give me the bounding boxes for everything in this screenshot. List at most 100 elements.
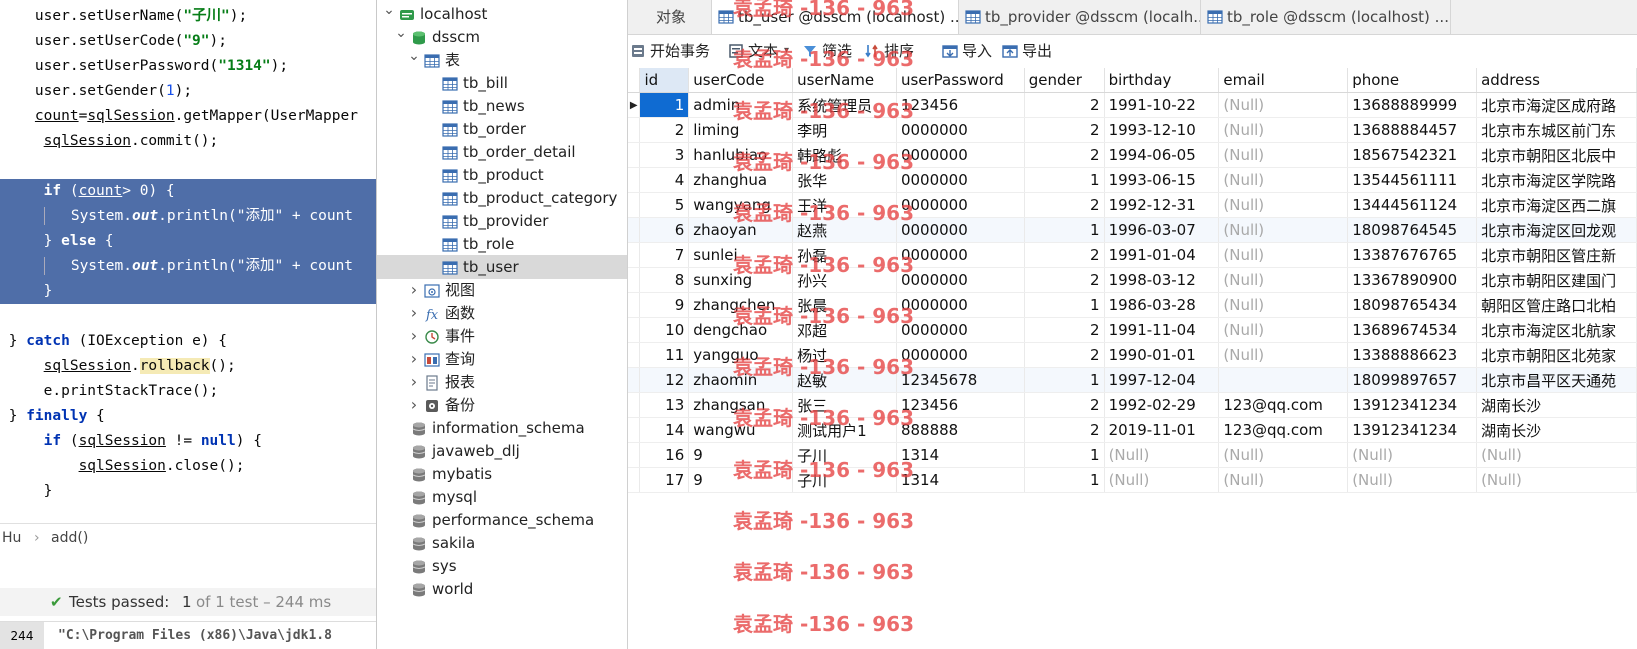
cell-email[interactable]: (Null) [1218, 292, 1349, 318]
tab-table-1[interactable]: tb_user @dsscm (localhost) ... [712, 0, 959, 34]
cell-birthday[interactable]: 2019-11-01 [1104, 417, 1220, 443]
tab-table-2[interactable]: tb_provider @dsscm (localh... [959, 0, 1201, 34]
cell-address[interactable]: 北京市海淀区北航家 [1476, 317, 1637, 343]
cell-id[interactable]: 1 [639, 92, 690, 118]
cell-userpassword[interactable]: 0000000 [896, 117, 1025, 143]
cell-gender[interactable]: 2 [1024, 342, 1105, 368]
code-line[interactable]: e.printStackTrace(); [0, 379, 376, 404]
cell-userpassword[interactable]: 123456 [896, 392, 1025, 418]
cell-email[interactable]: (Null) [1218, 317, 1349, 343]
chevron-down-icon[interactable]: ⌄ [408, 48, 420, 72]
cell-id[interactable]: 10 [639, 317, 690, 343]
cell-phone[interactable]: (Null) [1347, 442, 1478, 468]
cell-birthday[interactable]: 1993-12-10 [1104, 117, 1220, 143]
cell-gender[interactable]: 2 [1024, 142, 1105, 168]
cell-phone[interactable]: 13544561111 [1347, 167, 1478, 193]
cell-email[interactable]: (Null) [1218, 342, 1349, 368]
chevron-right-icon[interactable]: › [408, 347, 420, 371]
cell-email[interactable]: (Null) [1218, 92, 1349, 118]
cell-id[interactable]: 2 [639, 117, 690, 143]
tree-item-backup[interactable]: › 备份 [377, 393, 627, 417]
column-header-birthday[interactable]: birthday [1104, 68, 1220, 93]
tree-item-tb-role[interactable]: tb_role [377, 232, 627, 256]
column-header-userpassword[interactable]: userPassword [896, 68, 1025, 93]
tree-item-localhost[interactable]: ⌄ localhost [377, 2, 627, 26]
cell-id[interactable]: 16 [639, 442, 690, 468]
code-line[interactable]: user.setUserName("子川"); [0, 4, 376, 29]
tree-item-tb-order-detail[interactable]: tb_order_detail [377, 140, 627, 164]
tree-item-sys[interactable]: sys [377, 554, 627, 578]
cell-address[interactable]: (Null) [1476, 442, 1637, 468]
cell-usercode[interactable]: sunlei [688, 242, 794, 268]
cell-usercode[interactable]: zhaoyan [688, 217, 794, 243]
cell-address[interactable]: 北京市海淀区西二旗 [1476, 192, 1637, 218]
cell-birthday[interactable]: 1994-06-05 [1104, 142, 1220, 168]
cell-usercode[interactable]: hanlubiao [688, 142, 794, 168]
cell-address[interactable]: 朝阳区管庄路口北柏 [1476, 292, 1637, 318]
code-line[interactable]: } catch (IOException e) { [0, 329, 376, 354]
cell-userpassword[interactable]: 0000000 [896, 192, 1025, 218]
tree-item-javaweb-dlj[interactable]: javaweb_dlj [377, 439, 627, 463]
cell-phone[interactable]: 13912341234 [1347, 417, 1478, 443]
cell-username[interactable]: 系统管理员 [792, 92, 897, 118]
cell-username[interactable]: 邓超 [792, 317, 897, 343]
tree-item-event[interactable]: › 事件 [377, 324, 627, 348]
cell-usercode[interactable]: wangwu [688, 417, 794, 443]
cell-phone[interactable]: 13912341234 [1347, 392, 1478, 418]
table-row[interactable]: 16 9 子川 1314 1 (Null) (Null) (Null) (Null) [628, 442, 1637, 468]
table-row[interactable]: 7 sunlei 孙磊 0000000 2 1991-01-04 (Null) 1338767… [628, 242, 1637, 268]
table-row[interactable]: 3 hanlubiao 韩路彪 0000000 2 1994-06-05 (Null) 185… [628, 142, 1637, 168]
tree-item-information-schema[interactable]: information_schema [377, 416, 627, 440]
cell-usercode[interactable]: wangyang [688, 192, 794, 218]
cell-userpassword[interactable]: 0000000 [896, 242, 1025, 268]
cell-birthday[interactable]: 1993-06-15 [1104, 167, 1220, 193]
cell-email[interactable]: 123@qq.com [1218, 417, 1349, 443]
cell-username[interactable]: 子川 [792, 467, 897, 493]
tree-item-query[interactable]: › 查询 [377, 347, 627, 371]
tree-item-tb-product[interactable]: tb_product [377, 163, 627, 187]
cell-userpassword[interactable]: 0000000 [896, 317, 1025, 343]
cell-usercode[interactable]: 9 [688, 442, 794, 468]
column-header-email[interactable]: email [1218, 68, 1349, 93]
cell-username[interactable]: 赵燕 [792, 217, 897, 243]
tree-item-tb-product-category[interactable]: tb_product_category [377, 186, 627, 210]
cell-gender[interactable]: 2 [1024, 117, 1105, 143]
cell-phone[interactable]: 13688889999 [1347, 92, 1478, 118]
cell-birthday[interactable]: 1992-02-29 [1104, 392, 1220, 418]
table-row[interactable]: 6 zhaoyan 赵燕 0000000 1 1996-03-07 (Null) 180987… [628, 217, 1637, 243]
chevron-right-icon[interactable]: › [408, 301, 420, 325]
cell-userpassword[interactable]: 1314 [896, 467, 1025, 493]
table-row[interactable]: 14 wangwu 测试用户1 888888 2 2019-11-01 123@qq.com… [628, 417, 1637, 443]
cell-usercode[interactable]: 9 [688, 467, 794, 493]
cell-phone[interactable]: 13367890900 [1347, 267, 1478, 293]
cell-usercode[interactable]: zhangsan [688, 392, 794, 418]
table-row[interactable]: 13 zhangsan 张三 123456 2 1992-02-29 123@qq.com 1… [628, 392, 1637, 418]
cell-id[interactable]: 6 [639, 217, 690, 243]
cell-username[interactable]: 李明 [792, 117, 897, 143]
cell-usercode[interactable]: yangguo [688, 342, 794, 368]
code-line[interactable]: sqlSession.close(); [0, 454, 376, 479]
cell-birthday[interactable]: 1991-01-04 [1104, 242, 1220, 268]
cell-birthday[interactable]: 1986-03-28 [1104, 292, 1220, 318]
cell-userpassword[interactable]: 0000000 [896, 267, 1025, 293]
cell-address[interactable]: 湖南长沙 [1476, 417, 1637, 443]
cell-phone[interactable]: 13388886623 [1347, 342, 1478, 368]
cell-usercode[interactable]: dengchao [688, 317, 794, 343]
code-line[interactable]: } [0, 279, 376, 304]
cell-address[interactable]: 北京市海淀区成府路 [1476, 92, 1637, 118]
breadcrumb-method[interactable]: add() [51, 524, 88, 552]
cell-gender[interactable]: 2 [1024, 242, 1105, 268]
cell-username[interactable]: 张三 [792, 392, 897, 418]
cell-usercode[interactable]: zhaomin [688, 367, 794, 393]
cell-address[interactable]: 北京市昌平区天通苑 [1476, 367, 1637, 393]
code-line[interactable] [0, 154, 376, 179]
cell-usercode[interactable]: zhanghua [688, 167, 794, 193]
cell-usercode[interactable]: admin [688, 92, 794, 118]
cell-gender[interactable]: 1 [1024, 167, 1105, 193]
cell-email[interactable]: (Null) [1218, 192, 1349, 218]
cell-gender[interactable]: 1 [1024, 367, 1105, 393]
cell-phone[interactable]: 18099897657 [1347, 367, 1478, 393]
code-line[interactable] [0, 304, 376, 329]
cell-id[interactable]: 8 [639, 267, 690, 293]
cell-userpassword[interactable]: 0000000 [896, 217, 1025, 243]
